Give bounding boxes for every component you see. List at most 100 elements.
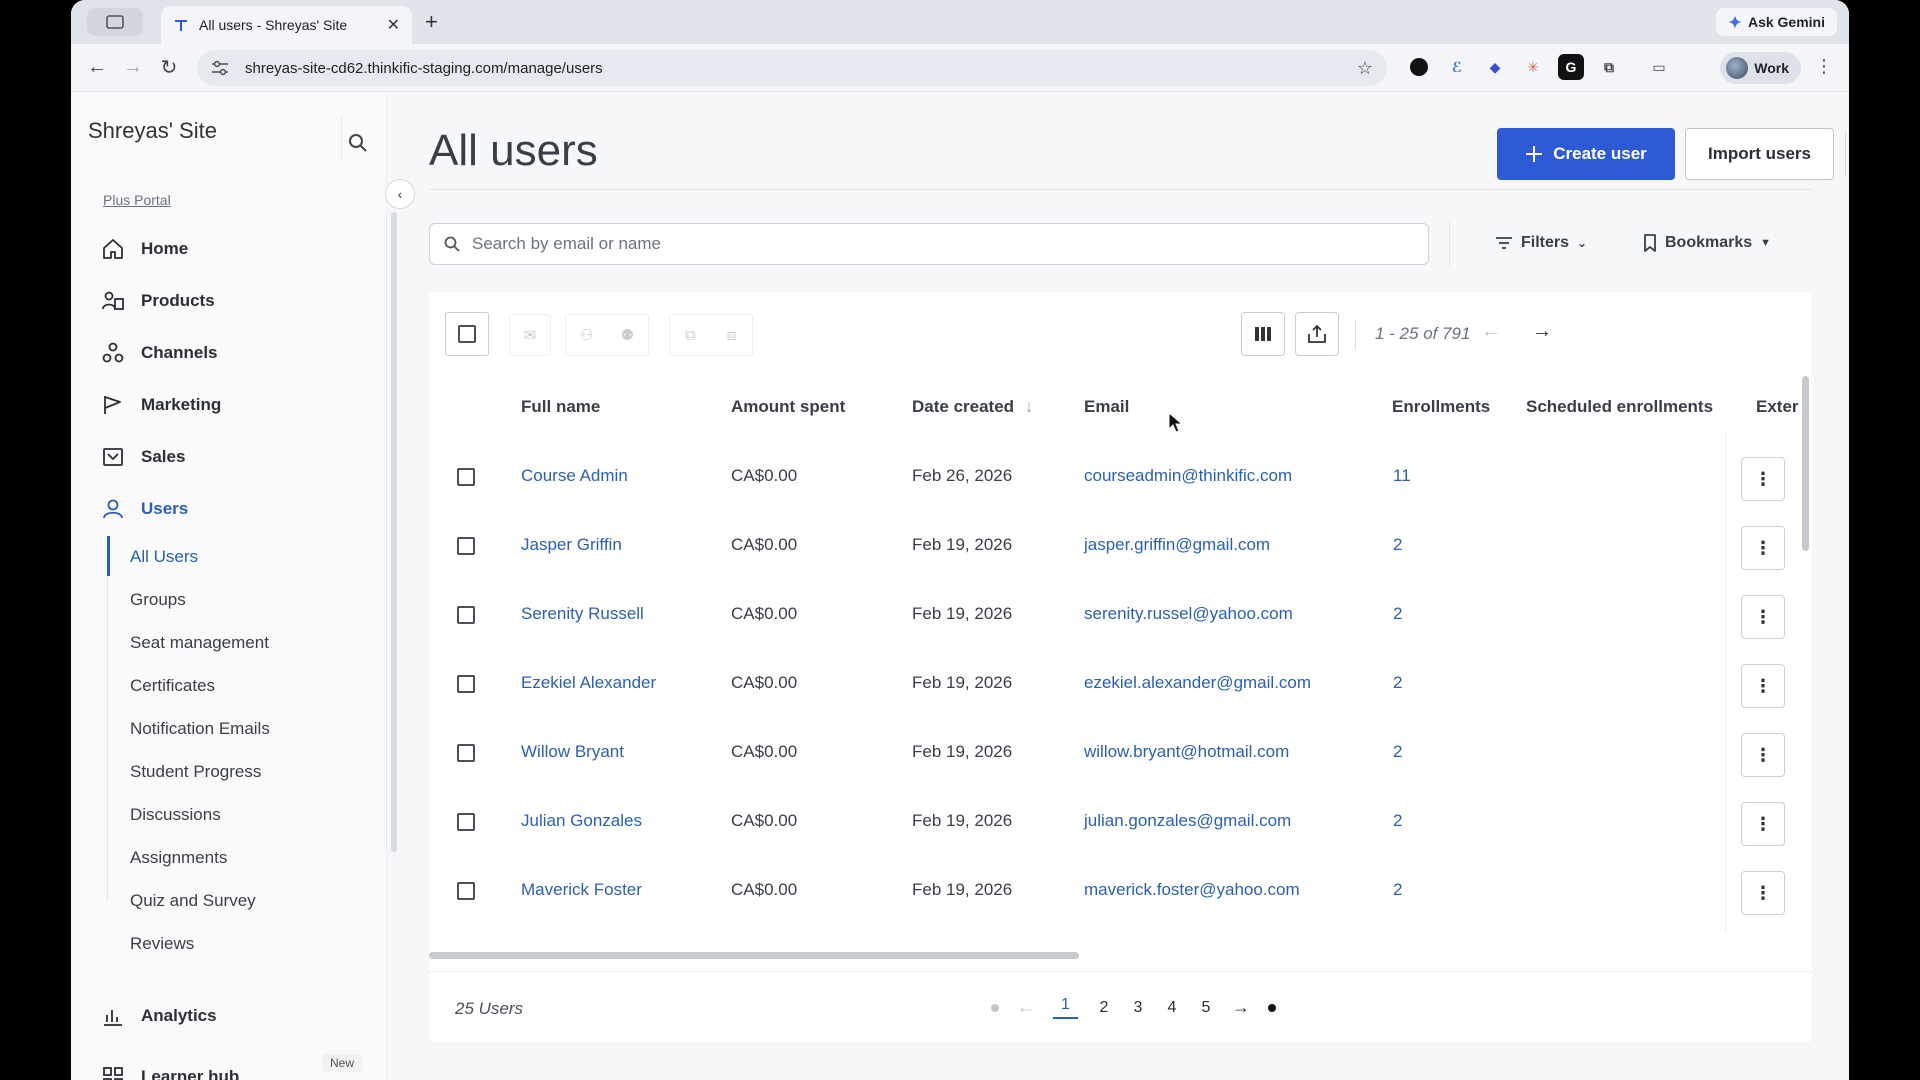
back-icon[interactable]: ←: [79, 56, 115, 79]
extension-5-icon[interactable]: G: [1558, 54, 1584, 80]
enrollments-link[interactable]: 2: [1393, 880, 1402, 900]
side-panel-icon[interactable]: ▭: [1646, 54, 1672, 80]
reload-icon[interactable]: ↻: [151, 55, 187, 80]
extension-1-icon[interactable]: [1410, 58, 1428, 76]
enrollments-link[interactable]: 2: [1393, 742, 1402, 762]
extension-3-icon[interactable]: ◆: [1482, 54, 1508, 80]
row-checkbox[interactable]: [457, 468, 475, 486]
ask-gemini-button[interactable]: Ask Gemini: [1715, 8, 1837, 36]
row-actions-button[interactable]: ⋮: [1741, 457, 1785, 501]
user-name-link[interactable]: Course Admin: [521, 466, 628, 486]
sidebar-subitem-all-users[interactable]: All Users: [130, 547, 198, 567]
enrollments-link[interactable]: 2: [1393, 535, 1402, 555]
export-button[interactable]: [1295, 312, 1339, 356]
column-header-enrollments[interactable]: Enrollments: [1392, 397, 1490, 417]
tab-close-icon[interactable]: ✕: [387, 15, 400, 35]
extension-2-icon[interactable]: ℰ: [1444, 54, 1470, 80]
row-actions-button[interactable]: ⋮: [1741, 664, 1785, 708]
sidebar-item-learner-hub[interactable]: Learner hub: [101, 1062, 239, 1080]
sidebar-item-analytics[interactable]: Analytics: [101, 1001, 217, 1031]
enrollments-link[interactable]: 2: [1393, 604, 1402, 624]
address-bar[interactable]: shreyas-site-cd62.thinkific-staging.com/…: [197, 50, 1387, 86]
create-user-button[interactable]: Create user: [1497, 128, 1675, 180]
column-header-full-name[interactable]: Full name: [521, 397, 600, 417]
email-link[interactable]: ezekiel.alexander@gmail.com: [1084, 673, 1311, 693]
user-name-link[interactable]: Ezekiel Alexander: [521, 673, 656, 693]
first-page-icon[interactable]: [991, 1003, 999, 1012]
sidebar-item-channels[interactable]: Channels: [101, 338, 218, 368]
column-header-external[interactable]: Exter: [1756, 397, 1799, 417]
next-page-arrow-icon[interactable]: →: [1532, 320, 1552, 343]
next-page-icon[interactable]: →: [1232, 997, 1250, 1018]
sidebar-subitem-assignments[interactable]: Assignments: [130, 848, 227, 868]
sidebar-subitem-certificates[interactable]: Certificates: [130, 676, 215, 696]
row-checkbox[interactable]: [457, 606, 475, 624]
search-input[interactable]: Search by email or name: [429, 223, 1429, 265]
extension-4-icon[interactable]: ✳: [1520, 54, 1546, 80]
sidebar-subitem-seat-management[interactable]: Seat management: [130, 633, 269, 653]
extensions-puzzle-icon[interactable]: ⧉: [1596, 54, 1622, 80]
column-header-scheduled-enrollments[interactable]: Scheduled enrollments: [1526, 397, 1713, 417]
table-horizontal-scrollbar[interactable]: [429, 952, 1079, 959]
page-2-button[interactable]: 2: [1096, 999, 1112, 1017]
user-name-link[interactable]: Serenity Russell: [521, 604, 644, 624]
column-header-email[interactable]: Email: [1084, 397, 1129, 417]
page-4-button[interactable]: 4: [1164, 999, 1180, 1017]
email-link[interactable]: maverick.foster@yahoo.com: [1084, 880, 1300, 900]
row-checkbox[interactable]: [457, 744, 475, 762]
email-link[interactable]: willow.bryant@hotmail.com: [1084, 742, 1289, 762]
column-header-date-created[interactable]: Date created ↓: [912, 397, 1033, 417]
plus-portal-link[interactable]: Plus Portal: [103, 192, 171, 208]
row-actions-button[interactable]: ⋮: [1741, 733, 1785, 777]
row-checkbox[interactable]: [457, 882, 475, 900]
sidebar-item-products[interactable]: Products: [101, 286, 215, 316]
email-link[interactable]: julian.gonzales@gmail.com: [1084, 811, 1291, 831]
tab-search-button[interactable]: [87, 8, 143, 36]
page-1-button[interactable]: 1: [1053, 996, 1078, 1019]
browser-tab[interactable]: All users - Shreyas' Site ✕: [161, 6, 412, 44]
profile-chip[interactable]: Work: [1720, 52, 1801, 84]
user-name-link[interactable]: Maverick Foster: [521, 880, 642, 900]
row-checkbox[interactable]: [457, 537, 475, 555]
prev-page-arrow-icon[interactable]: ←: [1481, 320, 1501, 343]
sidebar-subitem-groups[interactable]: Groups: [130, 590, 186, 610]
column-header-amount-spent[interactable]: Amount spent: [731, 397, 845, 417]
enrollments-link[interactable]: 11: [1393, 466, 1411, 486]
row-actions-button[interactable]: ⋮: [1741, 595, 1785, 639]
sidebar-subitem-student-progress[interactable]: Student Progress: [130, 762, 261, 782]
user-name-link[interactable]: Jasper Griffin: [521, 535, 622, 555]
select-all-checkbox[interactable]: [445, 312, 489, 356]
user-name-link[interactable]: Willow Bryant: [521, 742, 624, 762]
enrollments-link[interactable]: 2: [1393, 673, 1402, 693]
row-checkbox[interactable]: [457, 813, 475, 831]
enrollments-link[interactable]: 2: [1393, 811, 1402, 831]
filters-button[interactable]: Filters ⌄: [1495, 234, 1587, 252]
row-actions-button[interactable]: ⋮: [1741, 526, 1785, 570]
bookmark-star-icon[interactable]: ☆: [1357, 58, 1373, 79]
row-actions-button[interactable]: ⋮: [1741, 871, 1785, 915]
last-page-icon[interactable]: [1267, 1003, 1276, 1012]
row-actions-button[interactable]: ⋮: [1741, 802, 1785, 846]
page-5-button[interactable]: 5: [1198, 999, 1214, 1017]
sidebar-subitem-reviews[interactable]: Reviews: [130, 934, 194, 954]
sidebar-item-marketing[interactable]: Marketing: [101, 390, 221, 420]
columns-button[interactable]: [1241, 312, 1285, 356]
browser-menu-icon[interactable]: ⋮: [1815, 56, 1833, 77]
site-info-icon[interactable]: [209, 60, 231, 76]
search-icon[interactable]: [347, 132, 369, 154]
sidebar-item-users[interactable]: Users: [101, 494, 188, 524]
forward-icon[interactable]: →: [115, 56, 151, 79]
sidebar-item-sales[interactable]: Sales: [101, 442, 185, 472]
prev-page-icon[interactable]: ←: [1017, 997, 1035, 1018]
table-vertical-scrollbar[interactable]: [1802, 376, 1809, 551]
sidebar-item-home[interactable]: Home: [101, 234, 188, 264]
sidebar-subitem-quiz-and-survey[interactable]: Quiz and Survey: [130, 891, 256, 911]
user-name-link[interactable]: Julian Gonzales: [521, 811, 642, 831]
new-tab-button[interactable]: +: [425, 9, 438, 35]
bookmarks-button[interactable]: Bookmarks ▼: [1643, 234, 1771, 252]
email-link[interactable]: serenity.russel@yahoo.com: [1084, 604, 1293, 624]
row-checkbox[interactable]: [457, 675, 475, 693]
email-link[interactable]: jasper.griffin@gmail.com: [1084, 535, 1270, 555]
email-link[interactable]: courseadmin@thinkific.com: [1084, 466, 1292, 486]
import-users-button[interactable]: Import users: [1685, 128, 1834, 180]
